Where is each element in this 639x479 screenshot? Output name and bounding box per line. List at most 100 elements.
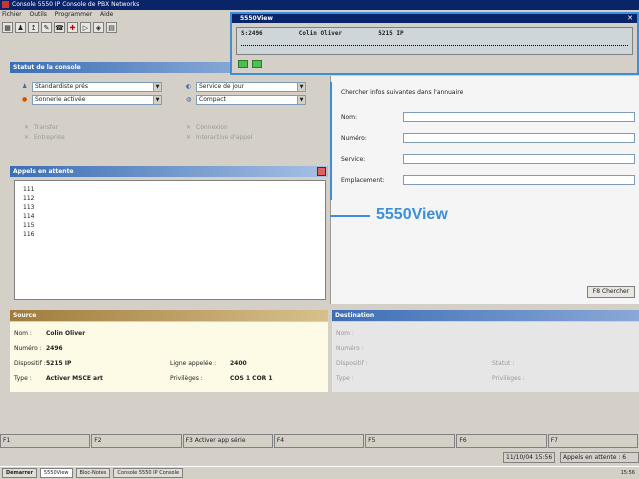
entreprise-icon: ✕ (24, 134, 30, 141)
menu-programmer[interactable]: Programmer (55, 11, 92, 18)
dest-privileges-label: Privilèges : (492, 375, 525, 382)
f5-button[interactable]: F5 (365, 434, 456, 448)
close-icon[interactable] (317, 167, 326, 176)
source-numero-label: Numéro : (14, 345, 42, 352)
start-button[interactable]: Démarrer (2, 468, 37, 478)
toolbar: ▦ ♟ ↥ ✎ ☎ ✚ ▷ ◈ ▤ (0, 20, 230, 36)
callout-line (330, 82, 332, 200)
service-field[interactable] (403, 154, 635, 164)
status-datetime: 11/10/04 15:56 (503, 452, 556, 463)
f4-button[interactable]: F4 (273, 434, 365, 448)
search-caption: Chercher infos suivantes dans l'annuaire (341, 89, 464, 96)
source-heading-text: Source (13, 312, 37, 319)
queue-heading-text: Appels en attente (13, 168, 74, 175)
menu-fichier[interactable]: Fichier (2, 11, 22, 18)
source-nom-label: Nom : (14, 330, 32, 337)
sonnerie-select-value: Sonnerie activée (35, 96, 86, 103)
directory-icon[interactable]: ▦ (2, 22, 13, 33)
status-panel: ♟ Standardiste prés ▼ ◐ Service de jour … (10, 73, 328, 157)
view5550-titlebar: 5550View ✕ (232, 14, 637, 23)
task-blocnotes[interactable]: Bloc-Notes (75, 468, 111, 478)
chevron-down-icon: ▼ (297, 83, 305, 91)
list-item[interactable]: 114 (23, 212, 317, 221)
transfer-icon: ✕ (24, 124, 30, 131)
menu-aide[interactable]: Aide (100, 11, 113, 18)
interactive-label[interactable]: Interactive d'appel (196, 134, 252, 141)
destination-heading: Destination (332, 310, 639, 321)
transfer-label[interactable]: Transfer (34, 124, 58, 131)
display-line: S:2496 Colin Oliver 5215 IP (241, 30, 404, 37)
status-bar: 11/10/04 15:56 Appels en attente : 6 (0, 451, 639, 463)
mode-select[interactable]: Standardiste prés ▼ (32, 82, 162, 92)
dest-numero-label: Numéro : (336, 345, 364, 352)
service-select[interactable]: Service de jour ▼ (196, 82, 306, 92)
taskbar: Démarrer 5550View Bloc-Notes Console 555… (0, 466, 639, 479)
softkey-button[interactable] (252, 60, 262, 68)
service-icon: ◐ (186, 83, 192, 90)
close-icon[interactable]: ✕ (627, 14, 633, 23)
softkey-button[interactable] (238, 60, 248, 68)
view5550-window: 5550View ✕ S:2496 Colin Oliver 5215 IP (230, 12, 639, 75)
transfer-icon[interactable]: ↥ (28, 22, 39, 33)
list-item[interactable]: 113 (23, 203, 317, 212)
search-panel: Chercher infos suivantes dans l'annuaire… (330, 76, 639, 304)
privileges-label: Privilèges : (170, 375, 203, 382)
source-type-label: Type : (14, 375, 32, 382)
chevron-down-icon: ▼ (153, 83, 161, 91)
entreprise-label[interactable]: Entreprise (34, 134, 65, 141)
dial-icon[interactable]: ☎ (54, 22, 65, 33)
task-console[interactable]: Console 5550 IP Console (113, 468, 184, 478)
compact-icon: ◍ (186, 96, 192, 103)
emergency-icon[interactable]: ✚ (67, 22, 78, 33)
list-item[interactable]: 111 (23, 185, 317, 194)
service-label: Service: (341, 156, 366, 163)
list-item[interactable]: 115 (23, 221, 317, 230)
source-dispositif-label: Dispositif : (14, 360, 46, 367)
numero-field[interactable] (403, 133, 635, 143)
fkey-bar: F1 F2 F3 Activer app série F4 F5 F6 F7 (0, 434, 639, 448)
display-ruler (241, 40, 628, 46)
source-nom-value: Colin Oliver (46, 330, 86, 337)
ring-icon: ● (22, 96, 28, 103)
interactive-icon: ✕ (186, 134, 192, 141)
dest-dispositif-label: Dispositif : (336, 360, 368, 367)
callout-line (330, 215, 370, 217)
list-item[interactable]: 116 (23, 230, 317, 239)
grid-icon[interactable]: ▤ (106, 22, 117, 33)
task-5550view[interactable]: 5550View (39, 468, 73, 478)
app-icon (2, 1, 9, 8)
compact-select[interactable]: Compact ▼ (196, 95, 306, 105)
menu-outils[interactable]: Outils (30, 11, 47, 18)
hold-icon[interactable]: ◈ (93, 22, 104, 33)
view5550-display: S:2496 Colin Oliver 5215 IP (236, 27, 633, 55)
ligne-value: 2400 (230, 360, 247, 367)
source-dispositif-value: 5215 IP (46, 360, 72, 367)
nom-field[interactable] (403, 112, 635, 122)
dest-type-label: Type : (336, 375, 354, 382)
f6-button[interactable]: F6 (456, 434, 547, 448)
ligne-label: Ligne appelée : (170, 360, 217, 367)
compact-select-value: Compact (199, 96, 226, 103)
f7-button[interactable]: F7 (547, 434, 638, 448)
nom-label: Nom: (341, 114, 358, 121)
f2-button[interactable]: F2 (91, 434, 182, 448)
clock: 15:56 (620, 470, 635, 476)
emplacement-field[interactable] (403, 175, 635, 185)
sonnerie-select[interactable]: Sonnerie activée ▼ (32, 95, 162, 105)
title-bar: Console 5550 IP Console de PBX Networks (0, 0, 639, 10)
view5550-title: 5550View (240, 15, 273, 22)
notes-icon[interactable]: ✎ (41, 22, 52, 33)
source-type-value: Activer MSCE art (46, 375, 103, 382)
menu-bar: Fichier Outils Programmer Aide (0, 10, 230, 20)
dest-nom-label: Nom : (336, 330, 354, 337)
f1-button[interactable]: F1 (0, 434, 91, 448)
list-item[interactable]: 112 (23, 194, 317, 203)
privileges-value: COS 1 COR 1 (230, 375, 273, 382)
callout-label: 5550View (376, 206, 448, 223)
forward-icon[interactable]: ▷ (80, 22, 91, 33)
search-button[interactable]: F8 Chercher (587, 286, 635, 298)
connexion-label[interactable]: Connexion (196, 124, 228, 131)
source-panel: Nom : Colin Oliver Numéro : 2496 Disposi… (10, 322, 328, 392)
f3-button[interactable]: F3 Activer app série (182, 434, 273, 448)
user-icon[interactable]: ♟ (15, 22, 26, 33)
